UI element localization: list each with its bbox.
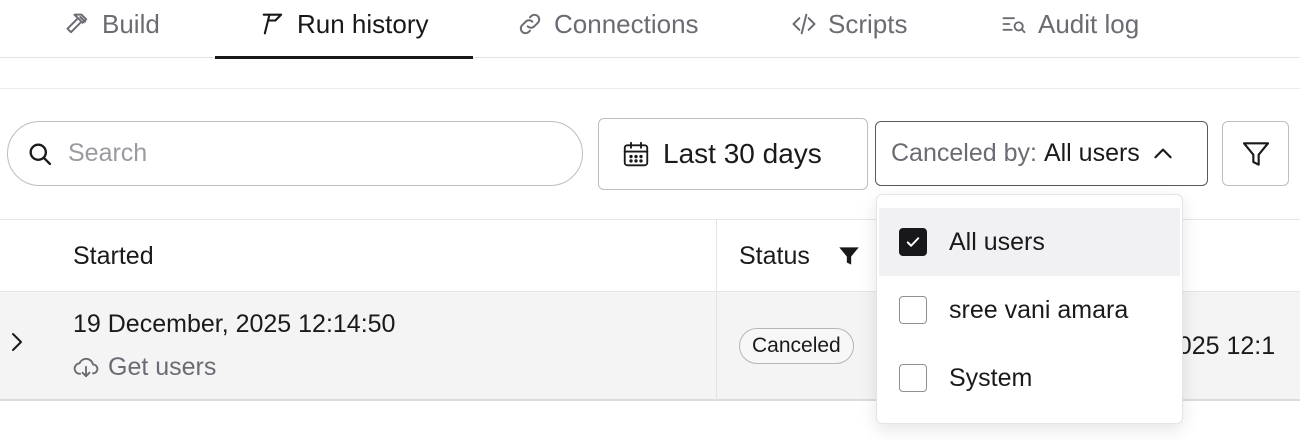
tab-bar: Build Run history Connections Scripts Au… — [0, 0, 1300, 59]
workflow-name: Get users — [72, 353, 216, 382]
checkbox[interactable] — [899, 296, 927, 324]
menu-option-system[interactable]: System — [877, 344, 1182, 412]
filter-icon[interactable] — [836, 243, 862, 269]
link-icon — [516, 10, 544, 38]
tab-label: Scripts — [828, 9, 908, 39]
chevron-up-icon — [1150, 141, 1176, 167]
menu-option-all-users[interactable]: All users — [879, 208, 1180, 276]
option-label: All users — [949, 227, 1045, 256]
column-header-status[interactable]: Status — [739, 220, 862, 292]
filter-button[interactable] — [1222, 121, 1289, 186]
filter-icon — [1240, 138, 1272, 170]
canceled-by-value: All users — [1043, 139, 1140, 167]
search-box[interactable] — [7, 121, 583, 186]
tab-audit-log[interactable]: Audit log — [1000, 0, 1139, 58]
date-range-button[interactable]: Last 30 days — [598, 118, 868, 190]
divider — [0, 88, 1300, 89]
tab-label: Run history — [297, 9, 429, 39]
column-divider — [716, 219, 717, 401]
hammer-icon — [64, 10, 92, 38]
tab-connections[interactable]: Connections — [516, 0, 699, 58]
checkbox[interactable] — [899, 228, 927, 256]
search-input[interactable] — [68, 139, 548, 168]
flag-icon — [259, 10, 287, 38]
tab-label: Connections — [554, 9, 699, 39]
chevron-right-icon[interactable] — [6, 329, 28, 355]
tab-label: Audit log — [1038, 9, 1140, 39]
tab-run-history[interactable]: Run history — [215, 0, 473, 59]
code-icon — [790, 10, 818, 38]
calendar-icon — [621, 139, 651, 169]
checkbox[interactable] — [899, 364, 927, 392]
option-label: sree vani amara — [949, 295, 1129, 324]
menu-option-sree-vani-amara[interactable]: sree vani amara — [877, 276, 1182, 344]
status-badge: Canceled — [739, 328, 854, 364]
tab-label: Build — [102, 9, 160, 39]
column-header-started[interactable]: Started — [73, 220, 154, 292]
cloud-download-icon — [72, 354, 100, 382]
canceled-by-menu: All users sree vani amara System — [876, 194, 1183, 424]
tab-build[interactable]: Build — [64, 0, 160, 58]
canceled-by-dropdown[interactable]: Canceled by: All users — [875, 121, 1208, 186]
date-range-label: Last 30 days — [663, 138, 822, 169]
search-icon — [26, 140, 54, 168]
started-timestamp: 19 December, 2025 12:14:50 — [73, 310, 396, 338]
canceled-by-label: Canceled by: — [891, 139, 1037, 167]
option-label: System — [949, 363, 1033, 392]
search-list-icon — [1000, 10, 1028, 38]
tab-scripts[interactable]: Scripts — [790, 0, 907, 58]
